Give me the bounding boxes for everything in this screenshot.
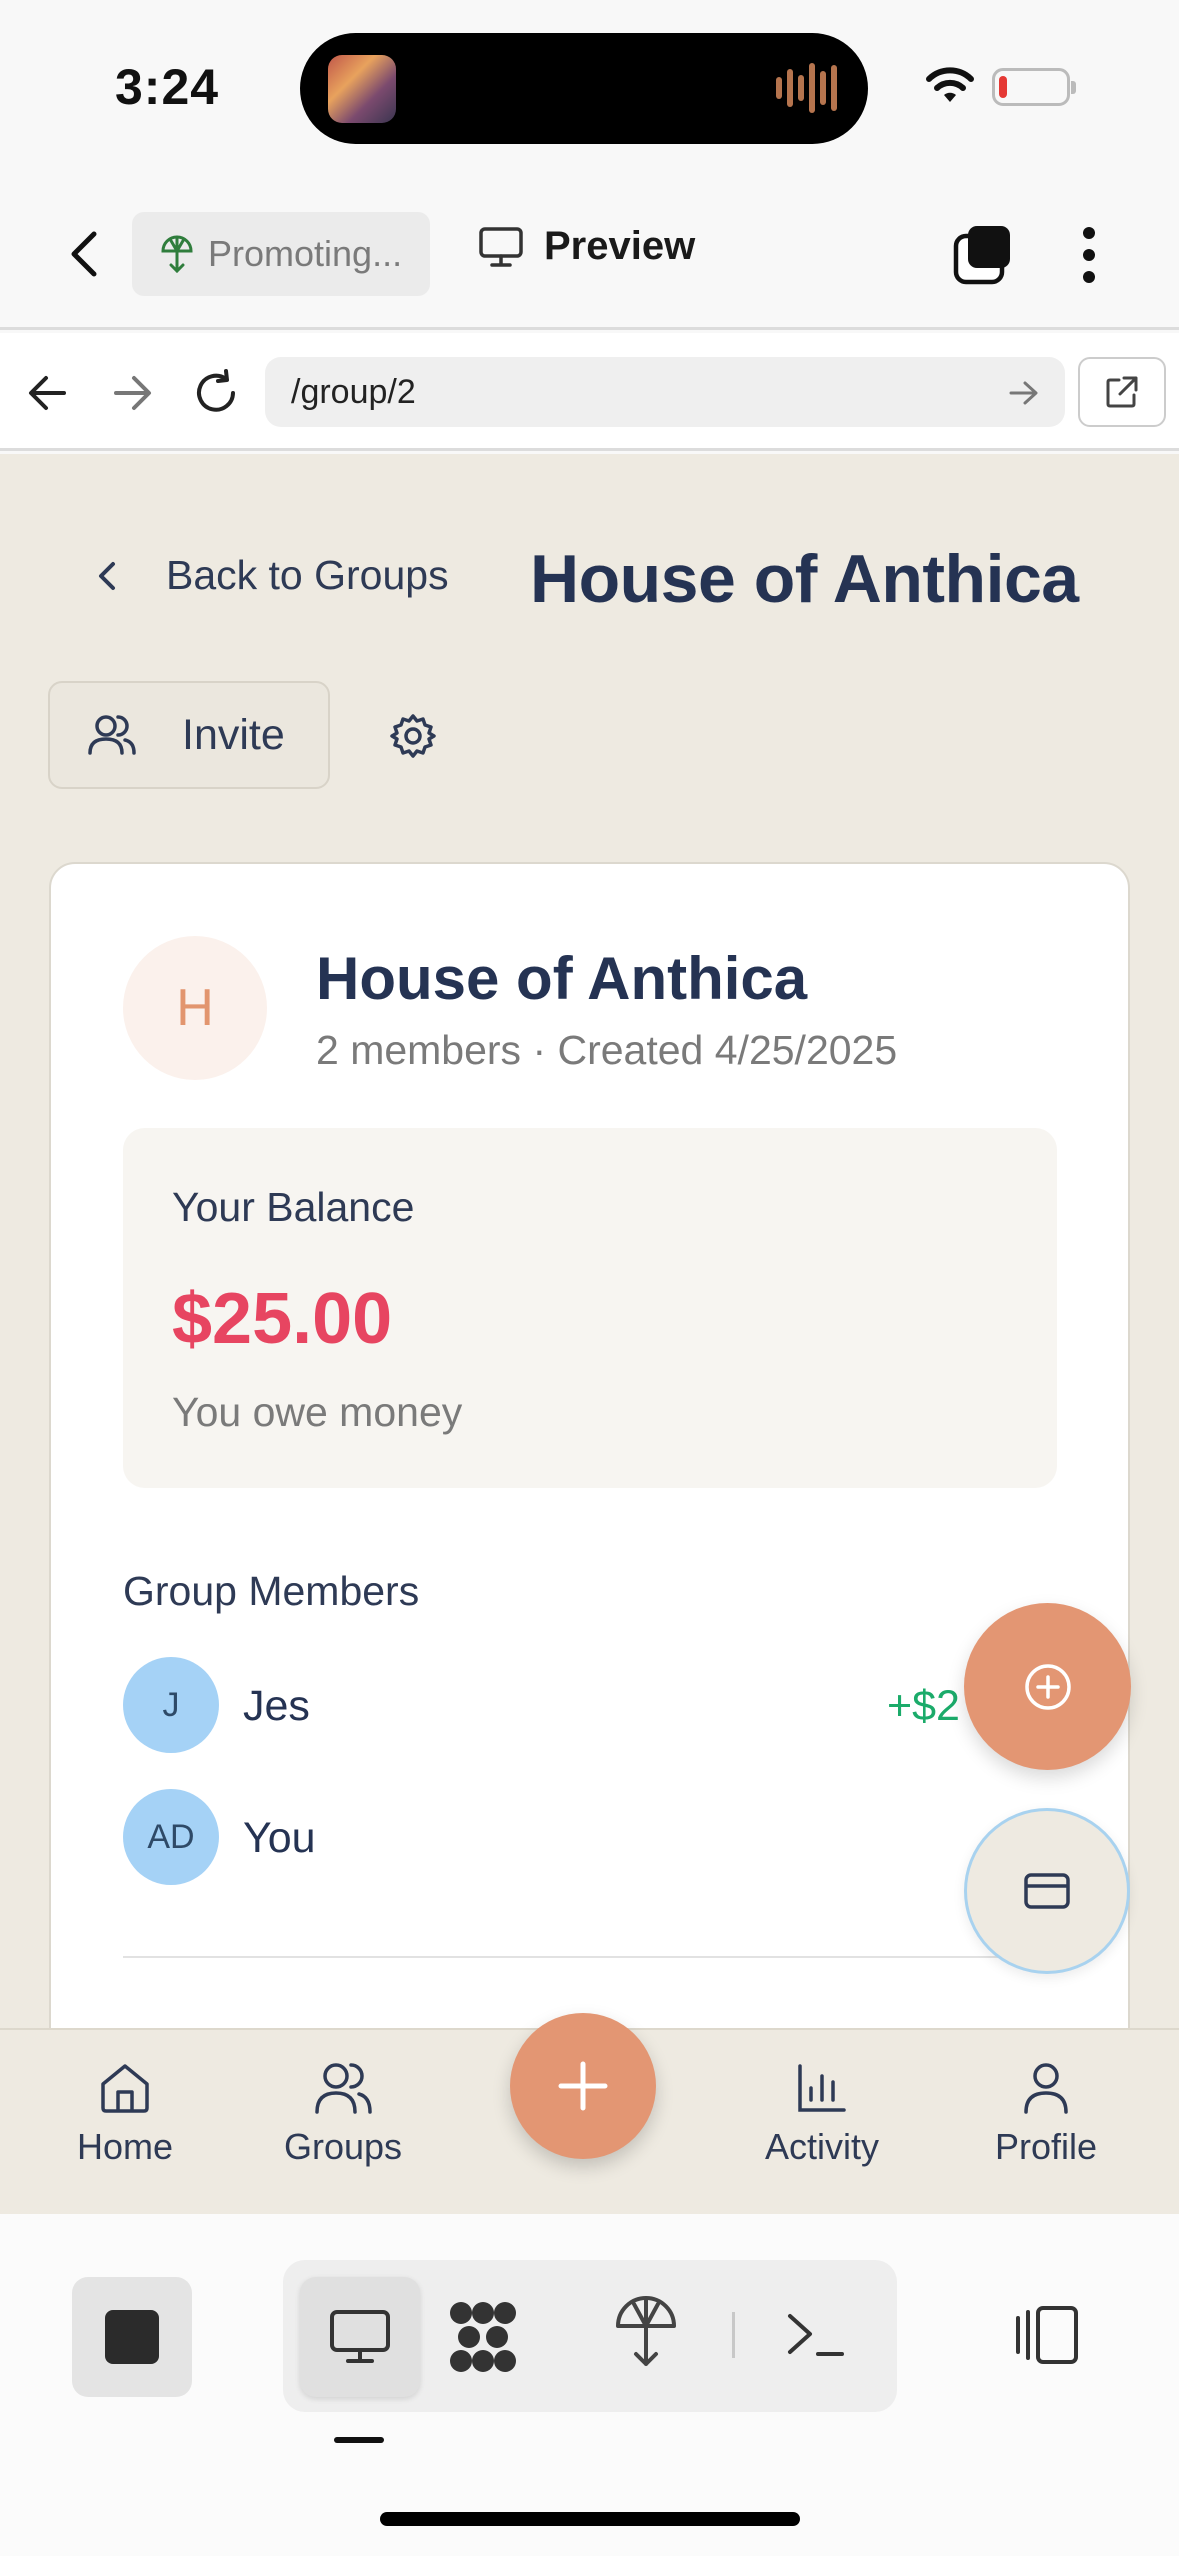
url-text: /group/2 bbox=[291, 372, 416, 411]
stop-icon bbox=[105, 2310, 159, 2364]
add-button[interactable] bbox=[510, 2013, 656, 2159]
arrow-right-icon[interactable] bbox=[112, 373, 154, 413]
member-avatar: J bbox=[123, 1657, 219, 1753]
tab-label: Groups bbox=[283, 2126, 403, 2167]
tab-label: Activity bbox=[764, 2126, 879, 2167]
plus-icon bbox=[555, 2058, 611, 2114]
app-icon[interactable] bbox=[445, 2299, 521, 2375]
separator bbox=[732, 2312, 735, 2358]
promoting-label: Promoting... bbox=[208, 233, 403, 274]
desktop-preview-button[interactable] bbox=[300, 2277, 420, 2397]
deploy-icon bbox=[160, 235, 194, 273]
tab-groups[interactable]: Groups bbox=[253, 2060, 433, 2168]
wifi-icon bbox=[925, 66, 975, 106]
gear-icon[interactable] bbox=[390, 713, 436, 759]
reload-icon[interactable] bbox=[192, 369, 240, 417]
back-to-groups-label: Back to Groups bbox=[166, 552, 449, 598]
promoting-chip[interactable]: Promoting... bbox=[132, 212, 430, 296]
divider bbox=[123, 1956, 1057, 1958]
balance-amount: $25.00 bbox=[172, 1279, 393, 1359]
more-vertical-icon[interactable] bbox=[1072, 225, 1106, 285]
battery-icon bbox=[992, 68, 1076, 106]
page-title: House of Anthica bbox=[530, 541, 1079, 617]
preview-button[interactable]: Preview bbox=[478, 224, 695, 269]
terminal-icon[interactable] bbox=[784, 2308, 848, 2360]
tab-label: Home bbox=[76, 2126, 174, 2167]
bar-chart-icon bbox=[794, 2060, 850, 2116]
back-to-groups-link[interactable]: Back to Groups bbox=[96, 552, 449, 599]
chevron-left-icon bbox=[96, 558, 118, 594]
tabs-icon[interactable] bbox=[952, 224, 1014, 286]
panel-toggle-icon[interactable] bbox=[1008, 2304, 1082, 2366]
invite-label: Invite bbox=[182, 710, 285, 759]
monitor-icon bbox=[328, 2308, 392, 2366]
tab-label: Profile bbox=[994, 2126, 1098, 2167]
user-icon bbox=[1018, 2060, 1074, 2116]
tab-home[interactable]: Home bbox=[35, 2060, 215, 2168]
users-icon bbox=[88, 713, 136, 757]
now-playing-thumbnail bbox=[328, 55, 396, 123]
status-time: 3:24 bbox=[115, 59, 220, 115]
group-meta: 2 members · Created 4/25/2025 bbox=[316, 1027, 898, 1073]
settle-up-fab[interactable] bbox=[964, 1808, 1130, 1974]
home-icon bbox=[97, 2060, 153, 2116]
balance-note: You owe money bbox=[172, 1389, 463, 1435]
open-external-button[interactable] bbox=[1078, 357, 1166, 427]
preview-label: Preview bbox=[544, 224, 696, 268]
members-heading: Group Members bbox=[123, 1568, 420, 1614]
group-avatar: H bbox=[123, 936, 267, 1080]
plus-circle-icon bbox=[1023, 1662, 1073, 1712]
add-expense-fab[interactable] bbox=[964, 1603, 1131, 1770]
deploy-icon[interactable] bbox=[614, 2296, 678, 2368]
monitor-icon bbox=[478, 226, 524, 268]
url-input[interactable]: /group/2 bbox=[265, 357, 1065, 427]
tab-profile[interactable]: Profile bbox=[956, 2060, 1136, 2168]
member-balance: +$2 bbox=[887, 1682, 960, 1730]
balance-label: Your Balance bbox=[172, 1184, 415, 1230]
member-avatar: AD bbox=[123, 1789, 219, 1885]
invite-button[interactable]: Invite bbox=[48, 681, 330, 789]
active-mode-indicator bbox=[334, 2437, 384, 2443]
tab-activity[interactable]: Activity bbox=[732, 2060, 912, 2168]
stop-button[interactable] bbox=[72, 2277, 192, 2397]
member-name: You bbox=[243, 1814, 316, 1862]
chevron-left-icon[interactable] bbox=[60, 226, 110, 282]
member-name: Jes bbox=[243, 1682, 310, 1730]
credit-card-icon bbox=[1023, 1871, 1071, 1911]
audio-wave-icon bbox=[775, 60, 841, 116]
home-indicator[interactable] bbox=[380, 2512, 800, 2526]
go-arrow-icon[interactable] bbox=[1008, 378, 1040, 408]
external-link-icon bbox=[1104, 374, 1140, 410]
arrow-left-icon[interactable] bbox=[26, 373, 68, 413]
users-icon bbox=[314, 2060, 372, 2116]
group-name: House of Anthica bbox=[316, 945, 808, 1012]
